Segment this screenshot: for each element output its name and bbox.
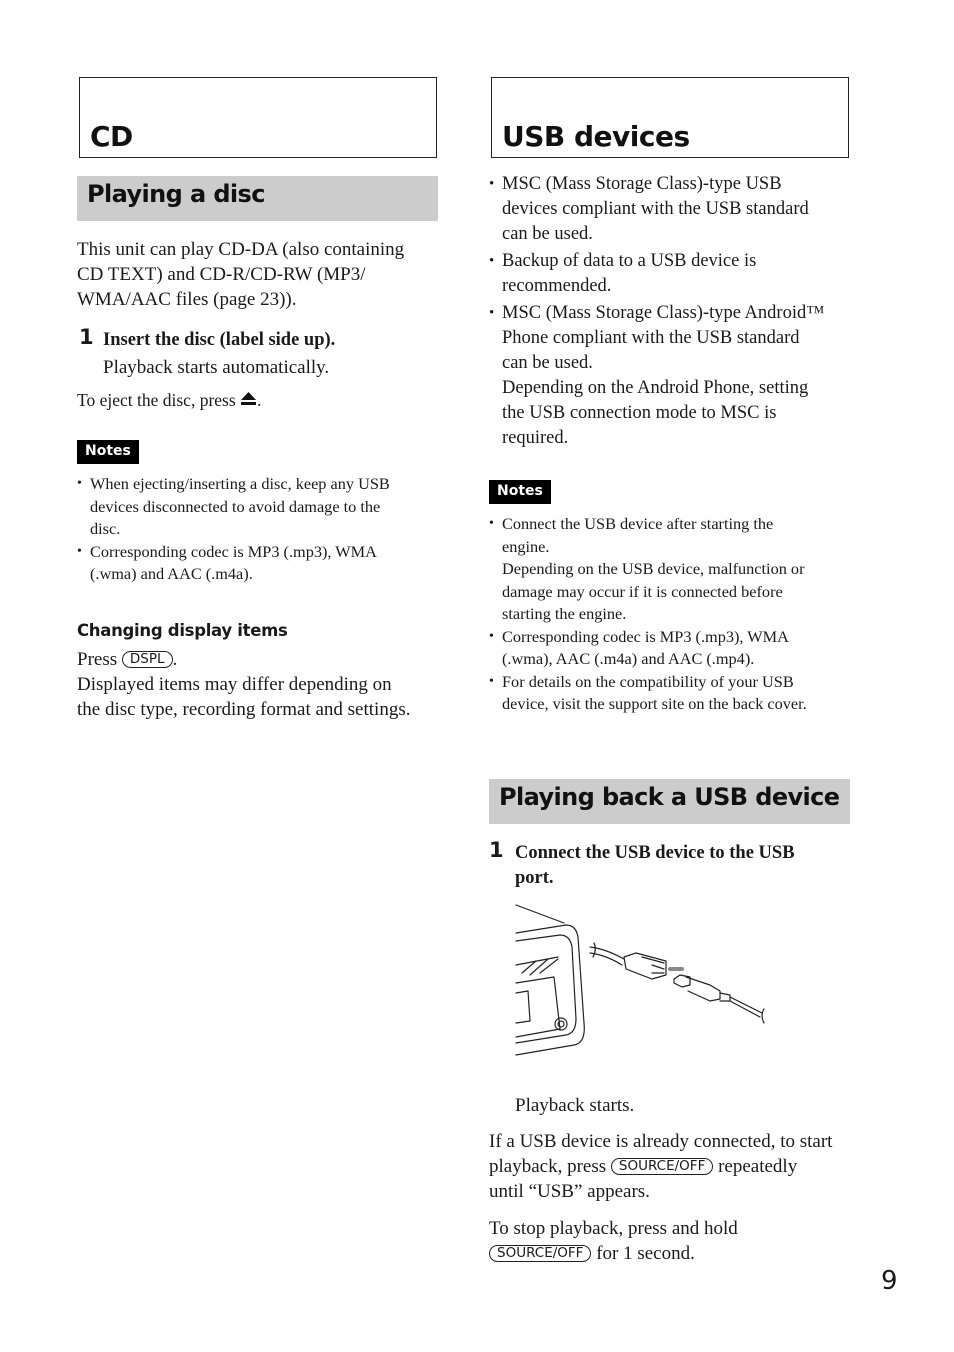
press-suffix: . — [172, 649, 178, 670]
chapter-header-cd: CD — [79, 77, 437, 158]
source-off-key: SOURCE/OFF — [489, 1245, 592, 1262]
notes-badge: Notes — [489, 480, 551, 504]
text-line: Depending on the Android Phone, setting — [502, 378, 809, 398]
text-line: MSC (Mass Storage Class)-type Android™ — [502, 303, 825, 323]
text-line: damage may occur if it is connected befo… — [502, 581, 783, 601]
bullet-icon: • — [489, 176, 495, 192]
notes-list: • Connect the USB device after starting … — [489, 513, 859, 716]
note-item: • Corresponding codec is MP3 (.mp3), WMA… — [489, 626, 859, 671]
text-line: the USB connection mode to MSC is — [502, 403, 777, 423]
press-text: Press — [77, 649, 118, 670]
step-result: Playback starts. — [515, 1095, 635, 1116]
usb-requirements-list: • MSC (Mass Storage Class)-type USB devi… — [489, 172, 859, 453]
notes-list: • When ejecting/inserting a disc, keep a… — [77, 473, 447, 586]
text-line: required. — [502, 428, 569, 448]
text-line: engine. — [502, 536, 550, 556]
text-line: WMA/AAC files (page 23)). — [77, 289, 297, 310]
text-line: This unit can play CD-DA (also containin… — [77, 239, 405, 260]
eject-instruction: To eject the disc, press . — [77, 388, 261, 413]
text-line: devices compliant with the USB standard — [502, 199, 809, 219]
notes-badge: Notes — [77, 440, 139, 464]
note-item: • Connect the USB device after starting … — [489, 513, 859, 626]
text-line: repeatedly — [718, 1156, 798, 1177]
eject-suffix: . — [257, 390, 262, 410]
text-line: until “USB” appears. — [489, 1181, 650, 1202]
text-line: can be used. — [502, 224, 593, 244]
text-line: the disc type, recording format and sett… — [77, 699, 411, 720]
bullet-icon: • — [489, 305, 495, 321]
step-result: Playback starts automatically. — [103, 357, 330, 378]
dspl-key: DSPL — [121, 651, 173, 668]
bullet-icon: • — [489, 628, 494, 644]
step-title: Connect the USB device to the USB port. — [515, 841, 795, 891]
step-title: Insert the disc (label side up). — [103, 330, 336, 350]
text-line: Corresponding codec is MP3 (.mp3), WMA — [502, 626, 789, 646]
usb-connection-illustration — [514, 903, 774, 1068]
eject-icon — [240, 388, 257, 413]
list-item: • MSC (Mass Storage Class)-type Android™… — [489, 301, 859, 451]
bullet-icon: • — [77, 543, 82, 559]
note-item: • For details on the compatibility of yo… — [489, 671, 859, 716]
source-off-key: SOURCE/OFF — [610, 1158, 714, 1175]
section-title: Playing back a USB device — [499, 783, 840, 811]
text-line: Connect the USB device to the USB — [515, 843, 795, 863]
note-item: • When ejecting/inserting a disc, keep a… — [77, 473, 447, 541]
text-line: Backup of data to a USB device is — [502, 251, 757, 271]
text-line: Depending on the USB device, malfunction… — [502, 559, 805, 578]
text-line: For details on the compatibility of your… — [502, 671, 794, 691]
text-line: (.wma) and AAC (.m4a). — [90, 564, 253, 583]
text-line: disc. — [90, 519, 121, 538]
step-number: 1 — [489, 838, 504, 862]
text-line: playback, press — [489, 1156, 607, 1177]
list-item: • Backup of data to a USB device is reco… — [489, 249, 859, 299]
text-line: When ejecting/inserting a disc, keep any… — [90, 474, 390, 493]
step-number: 1 — [79, 325, 94, 349]
text-line: can be used. — [502, 353, 593, 373]
eject-text: To eject the disc, press — [77, 390, 236, 410]
text-line: (.wma), AAC (.m4a) and AAC (.mp4). — [502, 649, 755, 668]
bullet-icon: • — [489, 253, 495, 269]
press-dspl-line: Press DSPL. — [77, 647, 177, 672]
already-connected-paragraph: If a USB device is already connected, to… — [489, 1129, 869, 1204]
bullet-icon: • — [489, 516, 494, 531]
stop-playback-paragraph: To stop playback, press and hold SOURCE/… — [489, 1216, 869, 1266]
text-line: for 1 second. — [596, 1243, 695, 1264]
text-line: To stop playback, press and hold — [489, 1218, 738, 1239]
display-paragraph: Displayed items may differ depending on … — [77, 672, 457, 722]
text-line: recommended. — [502, 276, 612, 296]
subsection-title: Changing display items — [77, 621, 288, 640]
chapter-title: CD — [90, 120, 133, 153]
text-line: Phone compliant with the USB standard — [502, 328, 800, 348]
text-line: CD TEXT) and CD-R/CD-RW (MP3/ — [77, 264, 366, 285]
bullet-icon: • — [489, 673, 494, 689]
note-item: • Corresponding codec is MP3 (.mp3), WMA… — [77, 541, 447, 586]
text-line: port. — [515, 868, 554, 888]
section-header-playing-usb: Playing back a USB device — [489, 779, 850, 824]
page-number: 9 — [881, 1266, 898, 1296]
bullet-icon: • — [77, 476, 82, 491]
text-line: devices disconnected to avoid damage to … — [90, 496, 381, 516]
text-line: starting the engine. — [502, 604, 627, 623]
text-line: MSC (Mass Storage Class)-type USB — [502, 174, 782, 194]
text-line: device, visit the support site on the ba… — [502, 694, 807, 713]
text-line: Corresponding codec is MP3 (.mp3), WMA — [90, 541, 377, 561]
list-item: • MSC (Mass Storage Class)-type USB devi… — [489, 172, 859, 247]
intro-paragraph: This unit can play CD-DA (also containin… — [77, 237, 447, 312]
text-line: Connect the USB device after starting th… — [502, 514, 774, 533]
text-line: Displayed items may differ depending on — [77, 674, 392, 695]
chapter-title: USB devices — [502, 120, 690, 153]
section-title: Playing a disc — [87, 180, 265, 208]
chapter-header-usb: USB devices — [491, 77, 849, 158]
text-line: If a USB device is already connected, to… — [489, 1131, 833, 1152]
section-header-playing-disc: Playing a disc — [77, 176, 438, 221]
